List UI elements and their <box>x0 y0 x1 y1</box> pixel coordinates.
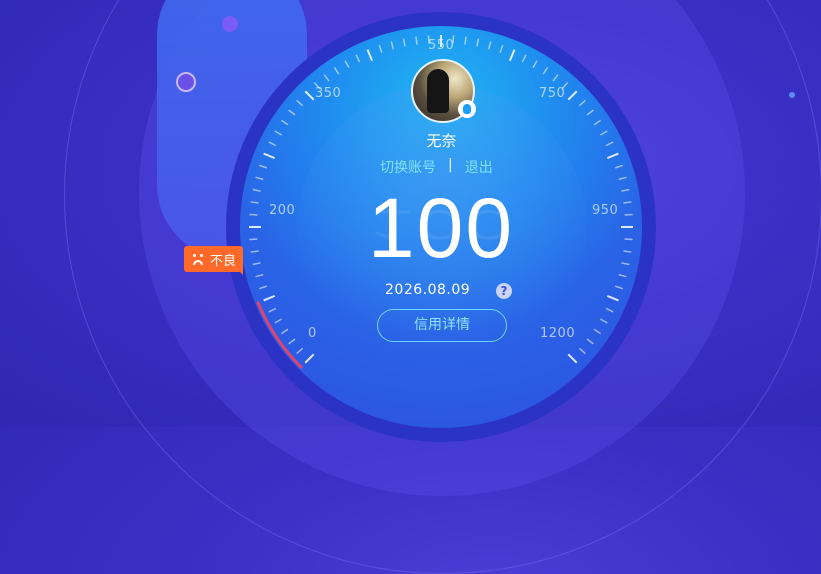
gauge-tick <box>258 164 268 169</box>
scale-label-550: 550 <box>428 38 455 53</box>
gauge-tick <box>464 36 467 45</box>
gauge-tick <box>280 328 289 335</box>
gauge-tick <box>288 109 296 116</box>
gauge-tick <box>532 60 538 69</box>
gauge-tick <box>567 353 578 364</box>
gauge-tick <box>304 353 315 364</box>
gauge-tick <box>296 347 304 355</box>
gauge-tick <box>355 54 361 63</box>
gauge-tick <box>304 90 315 101</box>
scale-label-200: 200 <box>269 203 296 218</box>
gauge-tick <box>593 328 602 335</box>
gauge-tick <box>366 49 374 62</box>
credit-score-reflection: 100 <box>367 201 515 249</box>
gauge-tick <box>415 36 418 45</box>
gauge-tick <box>476 38 480 47</box>
gauge-tick <box>508 49 516 62</box>
gauge-tick <box>621 262 630 266</box>
gauge-tick <box>296 99 304 107</box>
gauge-tick <box>605 307 614 313</box>
gauge-tick <box>255 273 264 278</box>
gauge-tick <box>288 338 296 345</box>
gauge-tick <box>499 44 504 54</box>
rating-badge: 不良 <box>184 246 244 275</box>
gauge-tick <box>614 285 624 290</box>
gauge-tick <box>542 66 549 75</box>
gauge-tick <box>333 66 340 75</box>
scale-label-0: 0 <box>308 326 317 341</box>
username: 无奈 <box>426 132 457 150</box>
gauge-tick <box>378 44 383 54</box>
gauge-tick <box>250 250 259 253</box>
gauge-tick <box>618 273 627 278</box>
qq-icon <box>458 100 476 118</box>
gauge-tick <box>599 318 608 324</box>
gauge-tick <box>586 109 594 116</box>
decor-small-dot <box>789 92 795 98</box>
gauge-tick <box>280 119 289 126</box>
credit-detail-button[interactable]: 信用详情 <box>377 309 507 342</box>
gauge-tick <box>606 294 619 302</box>
gauge-tick <box>250 201 259 204</box>
gauge-tick <box>618 176 627 181</box>
score-date: 2026.08.09 <box>385 282 471 298</box>
decor-ring-dot <box>176 72 196 92</box>
gauge-tick <box>593 119 602 126</box>
gauge-tick <box>390 41 395 50</box>
separator: | <box>448 157 453 173</box>
gauge-tick <box>274 318 283 324</box>
switch-account-link[interactable]: 切换账号 <box>380 157 436 177</box>
gauge-progress-arc <box>256 301 303 369</box>
scale-label-950: 950 <box>592 203 619 218</box>
gauge-tick <box>255 176 264 181</box>
gauge-tick <box>614 164 624 169</box>
gauge-tick <box>268 307 277 313</box>
gauge-tick <box>402 38 406 47</box>
logout-link[interactable]: 退出 <box>465 157 493 177</box>
gauge-tick <box>621 188 630 192</box>
gauge-tick <box>521 54 527 63</box>
gauge-tick <box>567 90 578 101</box>
scale-label-1200: 1200 <box>540 326 576 341</box>
account-actions: 切换账号 | 退出 <box>380 157 493 177</box>
sad-face-icon <box>190 251 206 267</box>
question-icon[interactable]: ? <box>496 283 512 299</box>
gauge-tick <box>623 201 632 204</box>
gauge-tick <box>249 238 258 241</box>
gauge-tick <box>252 188 261 192</box>
gauge-tick <box>624 238 633 241</box>
gauge-tick <box>578 347 586 355</box>
gauge-tick <box>323 74 330 82</box>
gauge-tick <box>344 60 350 69</box>
avatar-figure <box>427 69 449 113</box>
gauge-tick <box>606 152 619 160</box>
scale-label-750: 750 <box>539 86 566 101</box>
rating-label: 不良 <box>210 253 237 269</box>
gauge-tick <box>263 152 276 160</box>
gauge-tick <box>624 213 633 216</box>
scale-label-350: 350 <box>315 86 342 101</box>
gauge-tick <box>578 99 586 107</box>
gauge-tick <box>249 213 258 216</box>
gauge-tick <box>252 262 261 266</box>
gauge-tick <box>552 74 559 82</box>
gauge-tick <box>258 285 268 290</box>
gauge-tick <box>623 250 632 253</box>
gauge-tick <box>263 294 276 302</box>
gauge-tick <box>586 338 594 345</box>
gauge-tick <box>487 41 492 50</box>
